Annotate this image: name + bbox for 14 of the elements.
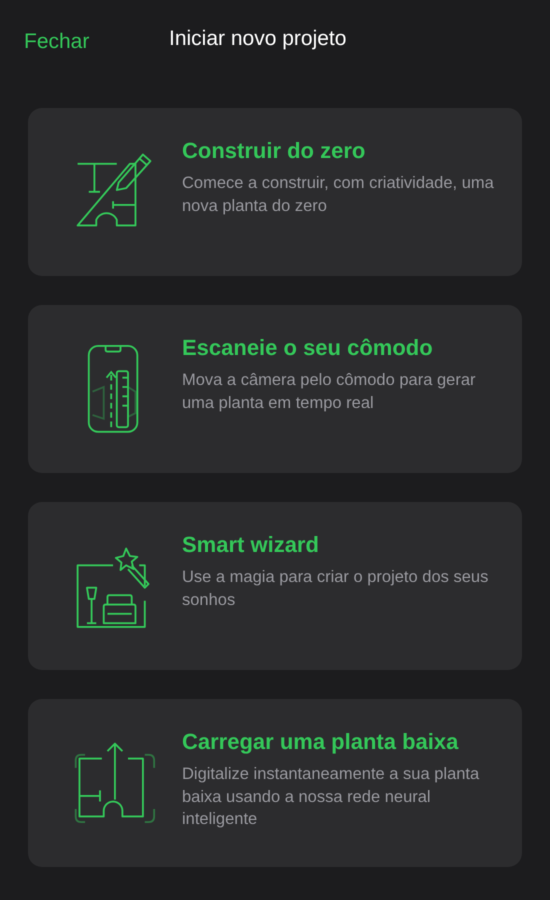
screen-title: Iniciar novo projeto — [169, 26, 346, 52]
option-card[interactable]: Construir do zero Comece a construir, com criatividade, uma nova planta do zero — [28, 108, 522, 276]
option-description: Comece a construir, com criatividade, uma nova planta do zero — [182, 173, 495, 217]
option-title: Carregar uma planta baixa — [182, 729, 460, 756]
close-button[interactable]: Fechar — [24, 26, 90, 58]
option-title: Smart wizard — [182, 532, 320, 558]
option-description: Digitalize instantaneamente a sua planta baixa usando a nossa rede neural inteligente — [182, 764, 480, 830]
option-card[interactable]: Smart wizard Use a magia para criar o projeto dos seus sonhos — [28, 502, 522, 670]
option-card[interactable]: Escaneie o seu cômodo Mova a câmera pelo cômodo para gerar uma planta em tempo real — [28, 305, 522, 473]
option-card[interactable]: Carregar uma planta baixa Digitalize instantaneamente a sua planta baixa usando a nossa rede neural inteligente — [28, 699, 522, 867]
option-description: Mova a câmera pelo cômodo para gerar uma planta em tempo real — [182, 370, 476, 414]
option-description: Use a magia para criar o projeto dos seus sonhos — [182, 567, 490, 611]
option-title: Escaneie o seu cômodo — [182, 335, 434, 362]
option-title: Construir do zero — [182, 138, 366, 164]
